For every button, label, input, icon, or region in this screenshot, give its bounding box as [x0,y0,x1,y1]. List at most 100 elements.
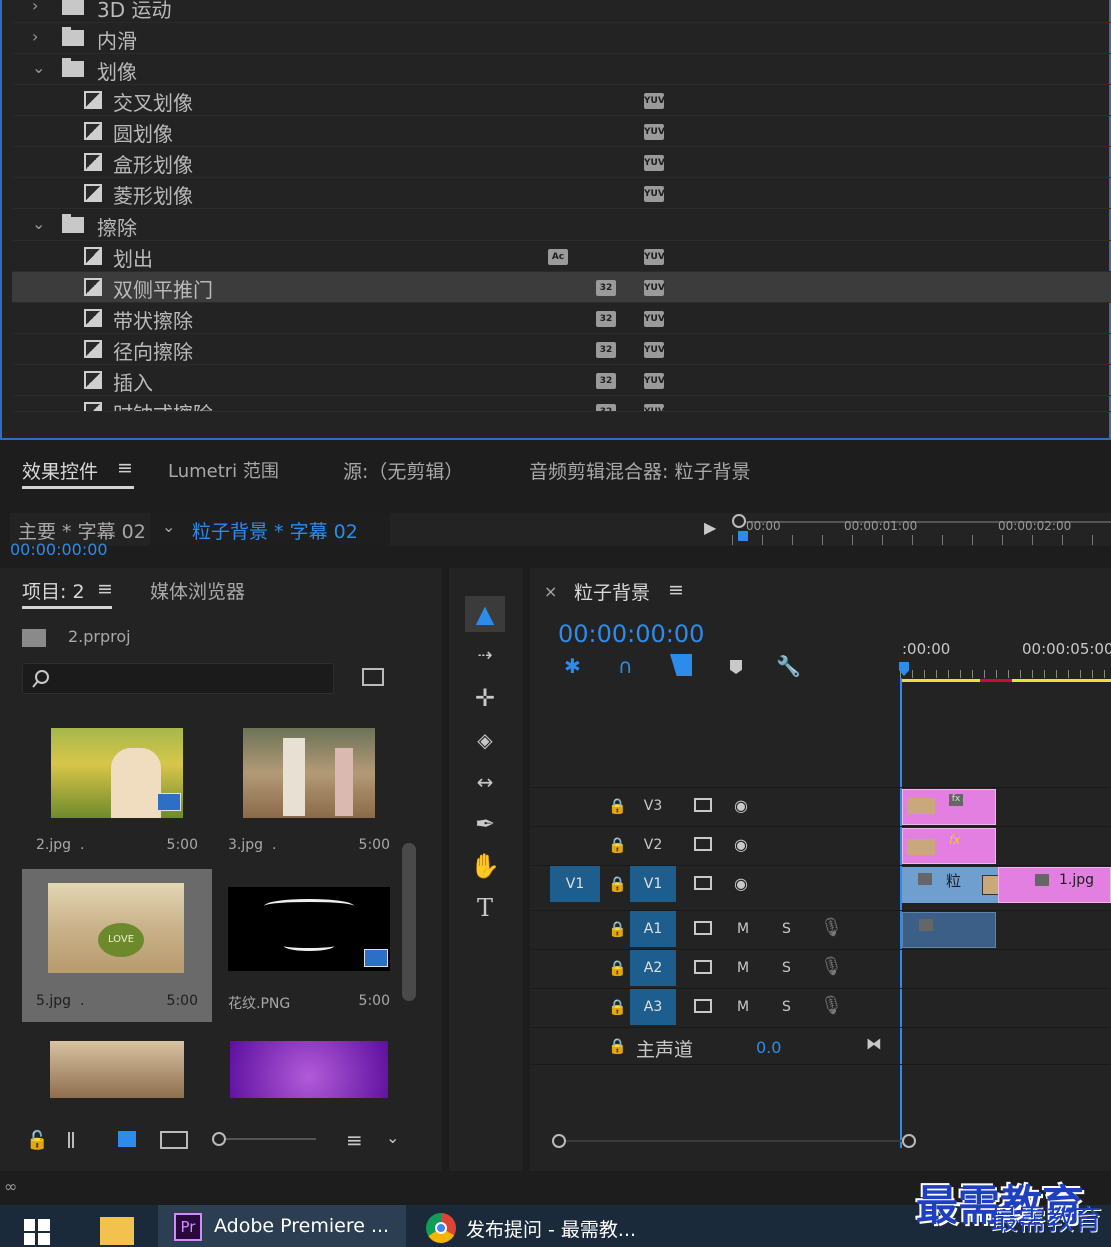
track-lock-icon[interactable]: 🔒 [608,875,627,893]
master-volume-value[interactable]: 0.0 [756,1038,781,1057]
effect-controls-timecode[interactable]: 00:00:00:00 [10,540,108,559]
tree-item-inset[interactable]: 插入 32 YUV [12,365,1111,396]
track-a1[interactable]: 🔒 A1 M S 🎙 [530,910,1111,948]
track-lock-icon[interactable]: 🔒 [608,998,627,1016]
microphone-icon[interactable]: 🎙 [820,995,843,1016]
play-icon[interactable]: ▶ [704,518,716,537]
panel-menu-icon[interactable]: ≡ [117,457,133,479]
tree-item-iris-round[interactable]: 圆划像 YUV [12,116,1111,147]
sync-lock-icon[interactable] [694,921,712,935]
zoom-slider-track[interactable] [226,1138,316,1140]
track-target-a3[interactable]: A3 [630,989,676,1025]
tree-folder-3d-motion[interactable]: › 3D 运动 [12,0,1111,23]
tab-media-browser[interactable]: 媒体浏览器 [150,577,245,604]
snap-magnet-icon[interactable]: ∩ [618,654,633,678]
track-lock-icon[interactable]: 🔒 [608,1037,627,1055]
clip-v2[interactable]: fx [902,828,996,864]
sequence-clip-selector[interactable]: ⌄ 粒子背景 * 字幕 02 [150,513,390,546]
mute-button[interactable]: M [737,999,749,1015]
wrench-icon[interactable]: 🔧 [776,654,801,678]
tree-folder-slide[interactable]: › 内滑 [12,23,1111,54]
panel-menu-icon[interactable]: ≡ [97,578,113,600]
track-target-a1[interactable]: A1 [630,911,676,947]
sync-lock-icon[interactable] [694,999,712,1013]
tree-item-radial-wipe[interactable]: 径向擦除 32 YUV [12,334,1111,365]
sequence-tab[interactable]: 粒子背景 [574,578,650,605]
sort-icon[interactable]: ≡ [346,1128,363,1152]
chevron-down-icon[interactable]: ⌄ [386,1128,399,1147]
type-tool-icon[interactable]: T [465,890,505,926]
effect-controls-ruler[interactable]: 00:00 00:00:01:00 00:00:02:00 [732,513,1111,546]
tree-folder-iris[interactable]: ⌄ 划像 [12,54,1111,85]
windows-start-icon[interactable] [24,1219,50,1245]
tab-project[interactable]: 项目: 2 [22,577,85,604]
clip-a1[interactable] [902,912,996,948]
solo-button[interactable]: S [782,921,791,937]
clip-v1-1jpg[interactable]: 1.jpg [998,867,1111,903]
source-patch-v1[interactable]: V1 [550,866,600,902]
sync-lock-icon[interactable] [694,876,712,890]
list-view-icon[interactable] [68,1132,94,1148]
search-input[interactable] [22,663,334,694]
taskbar-app-chrome[interactable]: 发布提问 - 最需教... [410,1205,660,1247]
track-v2[interactable]: 🔒 V2 ◉ fx [530,826,1111,864]
tree-item-band-wipe[interactable]: 带状擦除 32 YUV [12,303,1111,334]
solo-button[interactable]: S [782,999,791,1015]
tree-item-barn-doors[interactable]: 双侧平推门 32 YUV [12,272,1111,303]
track-lock-icon[interactable]: 🔒 [608,836,627,854]
track-target-a2[interactable]: A2 [630,950,676,986]
pen-tool-icon[interactable]: ✒ [465,806,505,842]
tab-lumetri-scopes[interactable]: Lumetri 范围 [168,457,279,483]
track-a2[interactable]: 🔒 A2 M S 🎙 [530,949,1111,987]
linked-selection-icon[interactable] [670,654,692,676]
zoom-handle[interactable] [732,514,746,528]
nest-toggle-icon[interactable]: ✱ [564,654,581,678]
scroll-handle-left[interactable] [552,1134,566,1148]
creative-cloud-icon[interactable]: ∞ [4,1177,17,1196]
microphone-icon[interactable]: 🎙 [820,917,843,938]
microphone-icon[interactable]: 🎙 [820,956,843,977]
track-v3[interactable]: 🔒 V3 ◉ fx [530,787,1111,825]
track-lock-icon[interactable]: 🔒 [608,959,627,977]
eye-icon[interactable]: ◉ [734,874,748,893]
scrollbar-thumb[interactable] [402,843,416,1001]
timeline-ruler[interactable]: :00:00 00:00:05:00 [899,634,1111,684]
sync-lock-icon[interactable] [694,960,712,974]
icon-view-icon[interactable] [118,1131,136,1147]
eye-icon[interactable]: ◉ [734,796,748,815]
track-target-v1[interactable]: V1 [630,866,676,902]
tab-source[interactable]: 源:（无剪辑） [343,457,463,484]
project-item-unnamed[interactable] [214,1025,404,1098]
track-select-tool-icon[interactable]: ⇢ [465,638,505,674]
track-lock-icon[interactable]: 🔒 [608,920,627,938]
file-explorer-icon[interactable] [100,1217,134,1245]
chevron-down-icon[interactable]: ⌄ [32,58,45,77]
mute-button[interactable]: M [737,960,749,976]
ripple-edit-tool-icon[interactable]: ✛ [465,680,505,716]
freeform-view-icon[interactable] [160,1131,188,1149]
project-item-2jpg[interactable]: 2.jpg . 5:00 [22,713,212,865]
tree-folder-wipe[interactable]: ⌄ 擦除 [12,210,1111,241]
project-item-unnamed[interactable] [22,1025,212,1098]
taskbar-app-premiere[interactable]: Pr Adobe Premiere ... [158,1205,406,1247]
timeline-timecode[interactable]: 00:00:00:00 [558,620,704,648]
solo-button[interactable]: S [782,960,791,976]
track-target-v3[interactable]: V3 [630,788,676,824]
clip-v3[interactable]: fx [902,789,996,825]
project-item-3jpg[interactable]: 3.jpg . 5:00 [214,713,404,865]
tree-item-clock-wipe[interactable]: 时钟式擦除 32 YUV [12,396,1111,412]
scroll-handle-right[interactable] [902,1134,916,1148]
panel-menu-icon[interactable]: ≡ [668,579,684,601]
track-target-v2[interactable]: V2 [630,827,676,863]
razor-tool-icon[interactable]: ◈ [465,722,505,758]
tab-audio-clip-mixer[interactable]: 音频剪辑混合器: 粒子背景 [529,457,750,484]
go-to-in-out-icon[interactable]: ⧓ [866,1034,882,1053]
close-icon[interactable]: × [544,582,557,601]
tree-item-iris-box[interactable]: 盒形划像 YUV [12,147,1111,178]
slip-tool-icon[interactable]: ↔ [465,764,505,800]
tree-item-iris-cross[interactable]: 交叉划像 YUV [12,85,1111,116]
project-item-5jpg[interactable]: LOVE 5.jpg . 5:00 [22,869,212,1022]
playhead-icon[interactable] [738,531,748,541]
hand-tool-icon[interactable]: ✋ [465,848,505,884]
project-item-huawen-png[interactable]: 花纹.PNG 5:00 [214,869,404,1021]
